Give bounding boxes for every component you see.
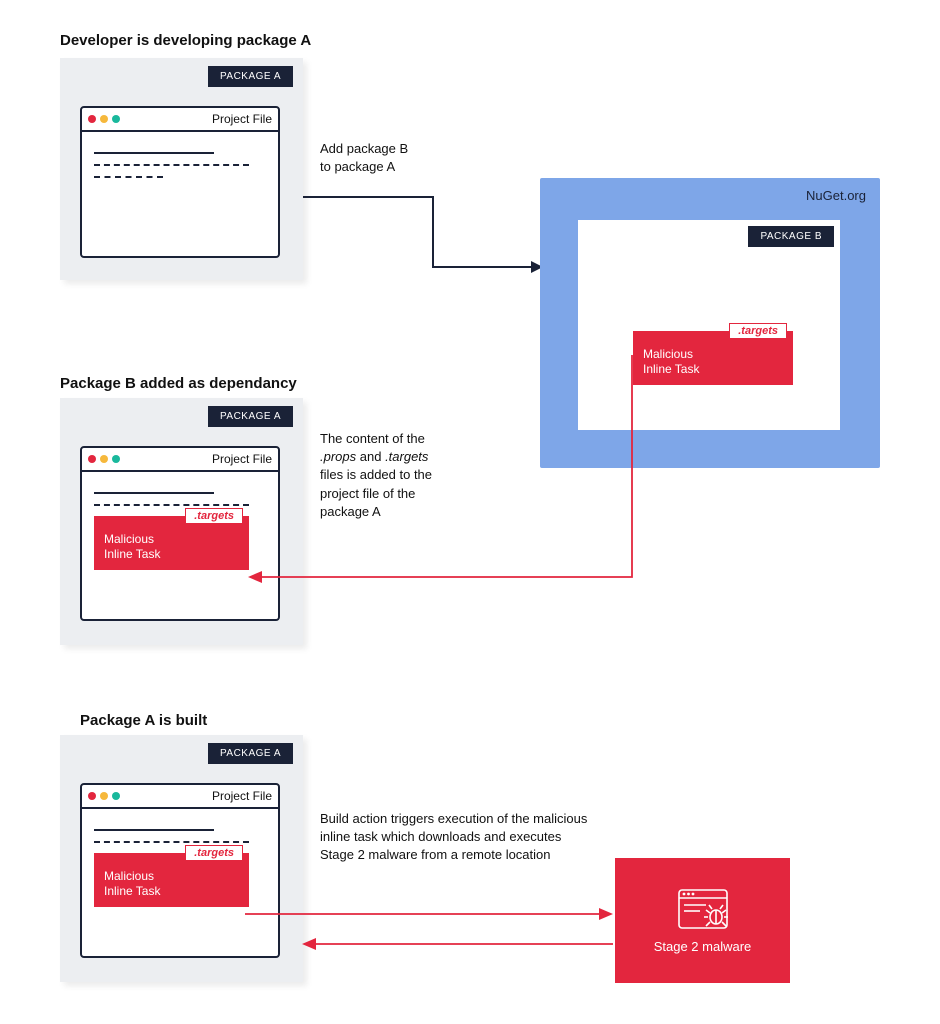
targets-tag: .targets <box>185 508 243 524</box>
bug-window-icon <box>676 887 730 931</box>
traffic-lights-icon <box>88 115 120 123</box>
project-file-window: Project File .targets Malicious Inline T… <box>80 783 280 958</box>
traffic-lights-icon <box>88 792 120 800</box>
step3-malicious-text: Malicious Inline Task <box>104 869 239 899</box>
arrow-return <box>300 935 615 953</box>
traffic-lights-icon <box>88 455 120 463</box>
step2-malicious-text: Malicious Inline Task <box>104 532 239 562</box>
window-header: Project File <box>82 785 278 809</box>
targets-tag: .targets <box>729 323 787 339</box>
nuget-label: NuGet.org <box>806 188 866 203</box>
stage2-box: Stage 2 malware <box>615 858 790 983</box>
step3-panel: PACKAGE A Project File .targets Maliciou… <box>60 735 303 982</box>
project-body <box>82 132 278 204</box>
step3-package-tag: PACKAGE A <box>208 743 293 764</box>
arrow-add-package-b <box>303 197 548 287</box>
nuget-malicious-block: .targets Malicious Inline Task <box>633 331 793 385</box>
arrow1-label: Add package B to package A <box>320 140 470 176</box>
step1-package-tag: PACKAGE A <box>208 66 293 87</box>
step1-heading: Developer is developing package A <box>60 32 311 49</box>
arrow2-label: The content of the .props and .targets f… <box>320 430 440 521</box>
nuget-package-tag: PACKAGE B <box>748 226 834 247</box>
step3-malicious-block: .targets Malicious Inline Task <box>94 853 249 907</box>
nuget-malicious-text: Malicious Inline Task <box>643 347 783 377</box>
step2-malicious-block: .targets Malicious Inline Task <box>94 516 249 570</box>
arrow-content-added <box>246 355 636 585</box>
project-file-window: Project File <box>80 106 280 258</box>
arrow-build-triggers <box>245 905 615 923</box>
stage2-label: Stage 2 malware <box>654 939 752 954</box>
arrow3-label: Build action triggers execution of the m… <box>320 810 590 865</box>
step1-panel: PACKAGE A Project File <box>60 58 303 280</box>
targets-tag: .targets <box>185 845 243 861</box>
project-file-title: Project File <box>212 789 272 803</box>
step3-heading: Package A is built <box>80 712 207 729</box>
window-header: Project File <box>82 108 278 132</box>
project-file-title: Project File <box>212 112 272 126</box>
